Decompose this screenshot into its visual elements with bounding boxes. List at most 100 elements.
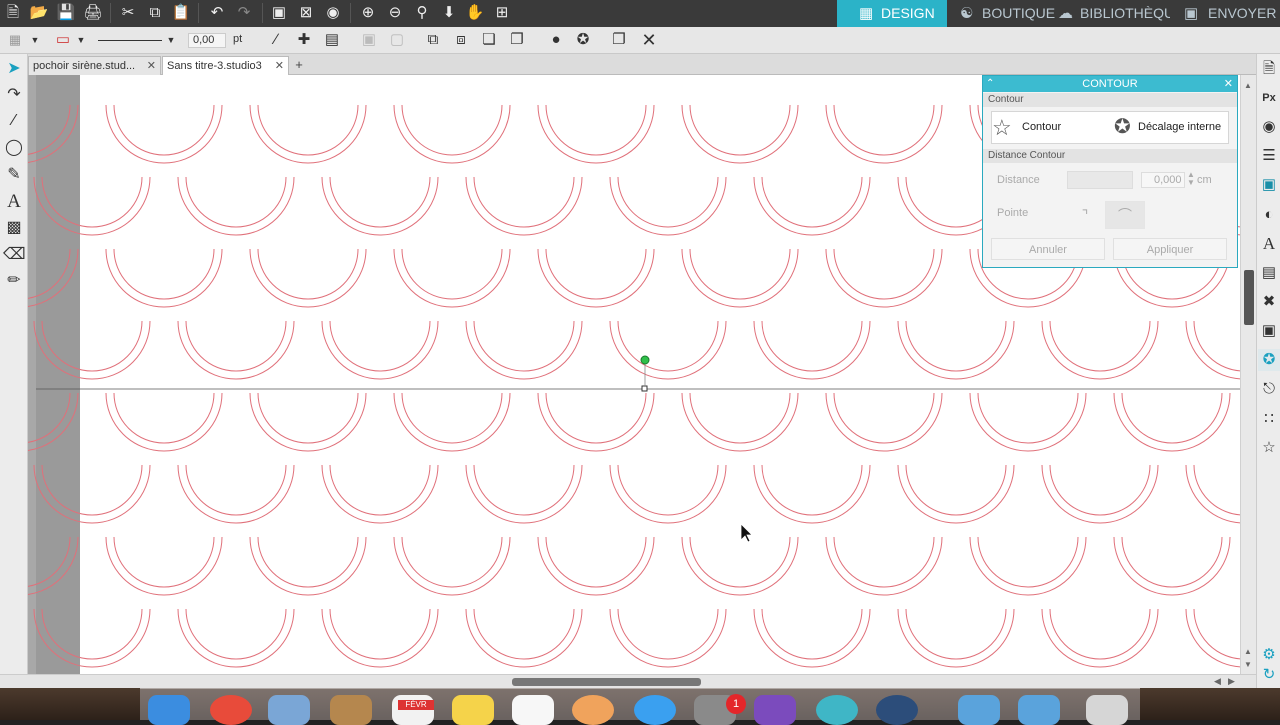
sketch-icon[interactable]: ▣ [1258, 174, 1280, 196]
scale-outline[interactable] [257, 104, 359, 156]
scale-outline[interactable] [1185, 320, 1240, 380]
scale-outline[interactable] [761, 320, 863, 372]
scale-outline[interactable] [401, 248, 503, 300]
scroll-left-icon[interactable]: ◀ [1214, 676, 1221, 687]
deselect-icon[interactable]: ⊠ [295, 3, 317, 23]
scale-outline[interactable] [545, 536, 647, 588]
scale-outline[interactable] [257, 392, 359, 444]
scale-outline[interactable] [401, 536, 503, 588]
line-color-icon[interactable]: ▭ [52, 30, 74, 50]
scale-outline[interactable] [257, 248, 359, 300]
scale-outline[interactable] [617, 464, 719, 516]
new-document-icon[interactable]: 🗎 [2, 3, 24, 23]
scale-outline[interactable] [833, 104, 935, 156]
scale-outline[interactable] [113, 104, 215, 156]
mail-icon[interactable] [268, 695, 310, 725]
scale-outline[interactable] [617, 320, 719, 372]
close-tab-icon[interactable]: ✕ [147, 57, 156, 75]
zoom-out-icon[interactable]: ⊖ [384, 3, 406, 23]
select-by-color-icon[interactable]: ◉ [322, 3, 344, 23]
chevron-down-icon[interactable]: ▼ [28, 30, 42, 50]
copy-icon[interactable]: ⧉ [144, 3, 166, 23]
scroll-down-icon[interactable]: ▼ [1244, 660, 1252, 669]
scale-outline[interactable] [761, 608, 863, 660]
scale-outline[interactable] [545, 392, 647, 444]
eraser-icon[interactable]: ⌫ [3, 244, 26, 266]
line-tool-icon[interactable]: ∕ [265, 30, 287, 50]
sharp-corner-icon[interactable]: ⌝ [1065, 201, 1105, 229]
scale-outline[interactable] [329, 320, 431, 372]
scroll-up-icon[interactable]: ▲ [1244, 647, 1252, 656]
scale-outline[interactable] [28, 392, 79, 451]
horizontal-scroll-thumb[interactable] [512, 678, 701, 686]
scale-outline[interactable] [905, 320, 1007, 372]
select-arrow-icon[interactable]: ➤ [3, 58, 25, 80]
scale-outline[interactable] [833, 392, 935, 444]
scale-outline[interactable] [545, 104, 647, 156]
scale-outline[interactable] [1193, 464, 1240, 516]
apply-button[interactable]: Appliquer [1113, 238, 1227, 260]
inner-offset-option[interactable]: ✪ Décalage interne [1114, 112, 1230, 143]
trash-icon[interactable] [1086, 695, 1128, 725]
scale-outline[interactable] [401, 392, 503, 444]
scale-outline[interactable] [1049, 608, 1151, 660]
print-icon[interactable]: 🖨 [82, 3, 104, 23]
scale-outline[interactable] [689, 248, 791, 300]
line-style-icon[interactable]: ☰ [1258, 145, 1280, 167]
modify-icon[interactable]: ▣ [1258, 320, 1280, 342]
scale-outline[interactable] [833, 536, 935, 588]
paste-icon[interactable]: 📋 [170, 3, 192, 23]
scale-outline[interactable] [28, 104, 71, 155]
scale-outline[interactable] [545, 248, 647, 300]
edit-points-icon[interactable]: ↷ [3, 84, 25, 106]
tab-boutique[interactable]: ☯ BOUTIQUE [960, 0, 1055, 27]
scroll-up-icon[interactable]: ▲ [1244, 81, 1252, 90]
zoom-fit-icon[interactable]: ⚲ [411, 3, 433, 23]
collapse-icon[interactable]: ⌃ [986, 76, 994, 92]
scale-outline[interactable] [1185, 464, 1240, 524]
zoom-in-icon[interactable]: ⊕ [357, 3, 379, 23]
tab-design[interactable]: ▦ DESIGN [837, 0, 947, 27]
subtract-icon[interactable]: ⧈ [450, 30, 472, 50]
scale-outline[interactable] [185, 464, 287, 516]
knife-icon[interactable]: ✏ [3, 270, 25, 292]
text-tool-icon[interactable]: A [3, 191, 25, 213]
scale-outline[interactable] [1049, 320, 1151, 372]
add-page-icon[interactable]: ⊞ [491, 3, 513, 23]
contour-option[interactable]: ☆ Contour [992, 112, 1092, 143]
cancel-button[interactable]: Annuler [991, 238, 1105, 260]
scale-outline[interactable] [1193, 608, 1240, 660]
finder-icon[interactable] [148, 695, 190, 725]
tab-document-1[interactable]: pochoir sirène.stud... ✕ [28, 56, 161, 75]
tab-document-2[interactable]: Sans titre-3.studio3 ✕ [162, 56, 289, 75]
scale-outline[interactable] [473, 464, 575, 516]
reminders-icon[interactable] [512, 695, 554, 725]
scale-outline[interactable] [689, 392, 791, 444]
app-icon[interactable] [876, 695, 918, 725]
scale-outline[interactable] [1121, 392, 1223, 444]
refresh-icon[interactable]: ↻ [1258, 664, 1280, 686]
scale-outline[interactable] [28, 536, 71, 587]
scale-outline[interactable] [28, 248, 79, 307]
scale-outline[interactable] [28, 392, 71, 443]
scale-outline[interactable] [41, 464, 143, 516]
fill-pattern-icon[interactable]: ▦ [4, 30, 26, 50]
scale-outline[interactable] [473, 320, 575, 372]
scale-outline[interactable] [977, 392, 1079, 444]
chrome-icon[interactable] [210, 695, 252, 725]
scale-outline[interactable] [689, 104, 791, 156]
scale-outline[interactable] [761, 176, 863, 228]
line-weight-input[interactable]: 0,00 [188, 33, 226, 48]
fill-tool-icon[interactable]: ▩ [3, 217, 25, 239]
messages-icon[interactable] [634, 695, 676, 725]
scale-outline[interactable] [689, 536, 791, 588]
scale-outline[interactable] [761, 464, 863, 516]
weld-icon[interactable]: ⧉ [422, 30, 444, 50]
folder-icon[interactable] [1018, 695, 1060, 725]
scale-outline[interactable] [401, 104, 503, 156]
pencil-icon[interactable]: ✎ [3, 164, 25, 186]
undo-icon[interactable]: ↶ [206, 3, 228, 23]
contacts-icon[interactable] [330, 695, 372, 725]
3d-box-icon[interactable]: ❐ [608, 30, 630, 50]
scale-outline[interactable] [329, 608, 431, 660]
